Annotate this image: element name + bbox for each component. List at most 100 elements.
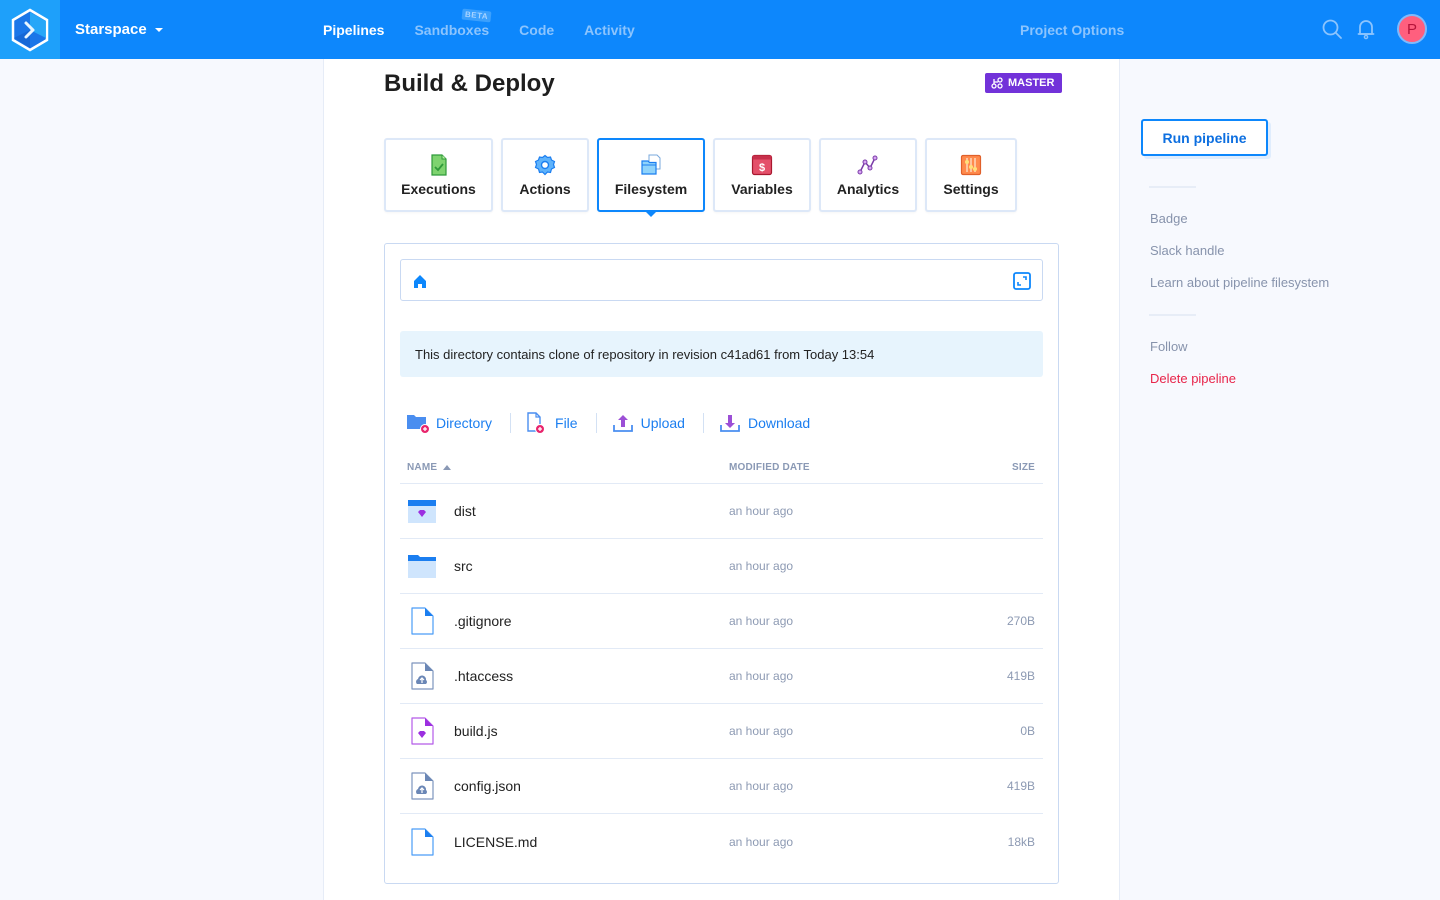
tab-label: Executions — [401, 180, 476, 197]
cell-modified: an hour ago — [729, 559, 794, 573]
nav-activity[interactable]: Activity — [584, 22, 635, 38]
fullscreen-icon[interactable] — [1013, 272, 1031, 290]
file-name: dist — [454, 503, 476, 519]
beta-badge: BETA — [461, 8, 493, 22]
file-icon — [411, 607, 434, 635]
user-avatar[interactable]: P — [1397, 14, 1427, 44]
badge-link[interactable]: Badge — [1150, 211, 1188, 226]
file-name: build.js — [454, 723, 498, 739]
path-breadcrumb — [400, 259, 1043, 301]
gear-icon — [534, 154, 556, 175]
special-file-icon — [411, 717, 434, 745]
divider — [1149, 186, 1196, 188]
table-row[interactable]: config.json an hour ago 419B — [400, 759, 1043, 814]
upload-label: Upload — [640, 415, 685, 431]
top-navigation-bar: Starspace Pipelines Sandboxes BETA Code A… — [0, 0, 1440, 59]
pipeline-tabs: Executions Actions Filesystem $ Variable… — [384, 138, 1017, 217]
new-folder-icon — [407, 415, 430, 434]
folder-icon — [408, 500, 436, 523]
slack-handle-link[interactable]: Slack handle — [1150, 243, 1224, 258]
settings-sliders-icon — [960, 154, 982, 175]
branch-badge[interactable]: MASTER — [985, 73, 1063, 93]
tab-label: Actions — [519, 180, 571, 197]
tab-variables[interactable]: $ Variables — [713, 138, 811, 212]
divider — [702, 413, 704, 433]
run-pipeline-button[interactable]: Run pipeline — [1141, 119, 1268, 156]
filesystem-icon — [641, 154, 661, 175]
branch-icon — [991, 77, 1003, 89]
search-icon[interactable] — [1320, 17, 1344, 41]
new-directory-button[interactable]: Directory — [406, 412, 492, 434]
cell-modified: an hour ago — [729, 724, 794, 738]
column-size-header[interactable]: SIZE — [979, 462, 1043, 473]
learn-filesystem-link[interactable]: Learn about pipeline filesystem — [1150, 275, 1329, 290]
executions-icon — [430, 153, 447, 176]
repository-info-banner: This directory contains clone of reposit… — [400, 331, 1043, 377]
follow-link[interactable]: Follow — [1150, 339, 1188, 354]
new-file-button[interactable]: File — [525, 412, 578, 434]
upload-icon — [612, 415, 633, 432]
nav-code[interactable]: Code — [519, 22, 554, 38]
cloud-file-icon — [411, 772, 434, 800]
upload-button[interactable]: Upload — [611, 412, 685, 434]
tab-filesystem[interactable]: Filesystem — [597, 138, 705, 217]
new-directory-label: Directory — [436, 415, 493, 431]
home-icon[interactable] — [412, 273, 428, 289]
main-content: Build & Deploy MASTER Executions Actions — [324, 59, 1119, 900]
table-row[interactable]: build.js an hour ago 0B — [400, 704, 1043, 759]
column-name-header[interactable]: NAME — [400, 462, 729, 473]
new-file-label: File — [555, 415, 578, 431]
cell-size: 18kB — [1007, 834, 1035, 849]
main-nav: Pipelines Sandboxes BETA Code Activity — [323, 0, 635, 59]
column-modified-header[interactable]: MODIFIED DATE — [729, 462, 979, 473]
divider — [510, 413, 512, 433]
tab-settings[interactable]: Settings — [925, 138, 1017, 212]
tab-label: Filesystem — [614, 180, 688, 197]
cell-name: .htaccess — [400, 662, 729, 690]
column-name-label: NAME — [407, 462, 438, 473]
analytics-icon — [857, 155, 878, 174]
table-row[interactable]: dist an hour ago — [400, 484, 1043, 539]
folder-icon — [408, 555, 436, 578]
cell-size: 0B — [1020, 724, 1035, 738]
project-options-link[interactable]: Project Options — [1020, 0, 1124, 59]
filesystem-panel: This directory contains clone of reposit… — [384, 243, 1059, 884]
variables-icon: $ — [751, 154, 773, 175]
download-button[interactable]: Download — [718, 412, 810, 434]
table-header: NAME MODIFIED DATE SIZE — [400, 452, 1043, 484]
table-row[interactable]: LICENSE.md an hour ago 18kB — [400, 814, 1043, 869]
page-title: Build & Deploy — [384, 70, 555, 97]
cell-modified: an hour ago — [729, 834, 794, 849]
file-name: .gitignore — [454, 613, 512, 629]
table-row[interactable]: src an hour ago — [400, 539, 1043, 594]
new-file-icon — [527, 412, 546, 434]
download-icon — [720, 415, 740, 432]
cell-name: LICENSE.md — [400, 827, 729, 856]
cell-size: 419B — [1006, 779, 1035, 793]
cell-size: 419B — [1006, 669, 1035, 683]
tab-executions[interactable]: Executions — [384, 138, 493, 212]
cloud-file-icon — [411, 662, 434, 690]
cell-name: config.json — [400, 772, 729, 800]
table-row[interactable]: .gitignore an hour ago 270B — [400, 594, 1043, 649]
nav-sandboxes[interactable]: Sandboxes BETA — [414, 8, 493, 38]
file-name: config.json — [454, 778, 521, 794]
cell-modified: an hour ago — [729, 669, 794, 683]
nav-pipelines[interactable]: Pipelines — [323, 22, 384, 38]
tab-analytics[interactable]: Analytics — [819, 138, 917, 212]
tab-actions[interactable]: Actions — [501, 138, 589, 212]
tab-label: Analytics — [836, 180, 900, 197]
cell-name: src — [400, 552, 729, 580]
cell-name: .gitignore — [400, 607, 729, 635]
nav-sandboxes-label: Sandboxes — [414, 21, 490, 38]
app-logo[interactable] — [0, 0, 60, 59]
cell-size: 270B — [1006, 614, 1035, 628]
bell-icon[interactable] — [1354, 17, 1378, 41]
project-switcher[interactable]: Starspace — [75, 0, 163, 59]
delete-pipeline-link[interactable]: Delete pipeline — [1150, 371, 1236, 386]
file-icon — [411, 827, 434, 856]
table-row[interactable]: .htaccess an hour ago 419B — [400, 649, 1043, 704]
filesystem-actions: Directory File Upload Download — [406, 412, 810, 434]
divider — [595, 413, 597, 433]
file-table: NAME MODIFIED DATE SIZE dist an hour ago… — [400, 452, 1043, 869]
